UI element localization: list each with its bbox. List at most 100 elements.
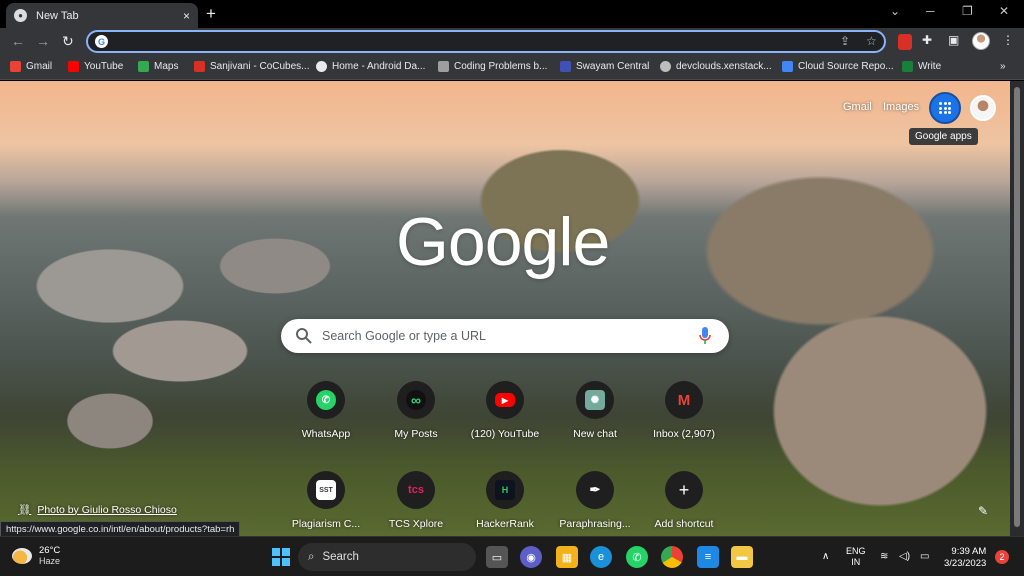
bookmark-coding-problems[interactable]: Coding Problems b... [438, 61, 547, 72]
weather-haze-icon [12, 547, 32, 564]
edge-icon[interactable]: e [590, 546, 612, 568]
bookmarks-overflow-icon[interactable]: » [1000, 61, 1006, 72]
shortcut-plagiarism[interactable]: SST Plagiarism C... [286, 471, 366, 536]
scrollbar-thumb[interactable] [1014, 87, 1020, 527]
maps-icon [138, 61, 149, 72]
shortcut-paraphrasing[interactable]: ✒ Paraphrasing... [555, 471, 635, 536]
cloud-icon [782, 61, 793, 72]
taskbar: 26°C Haze ⌕ Search ▭ ◉ ▦ e ✆ ≡ ▬ ∧ ENG I… [0, 536, 1024, 576]
google-apps-tooltip: Google apps [909, 128, 978, 145]
tcs-icon: tcs [408, 484, 424, 496]
volume-icon[interactable]: ◁) [899, 551, 910, 562]
tab-search-icon[interactable]: ⌄ [890, 4, 900, 18]
bookmark-swayam[interactable]: Swayam Central [560, 61, 649, 72]
shortcut-tcs-xplore[interactable]: tcs TCS Xplore [376, 471, 456, 536]
gmail-icon: M [677, 391, 691, 409]
bookmark-star-icon[interactable]: ☆ [866, 34, 877, 48]
bookmark-cloud-source[interactable]: Cloud Source Repo... [782, 61, 894, 72]
weather-condition: Haze [39, 556, 61, 566]
chrome-favicon-icon: ● [14, 9, 27, 22]
bookmark-devclouds[interactable]: devclouds.xenstack... [660, 61, 772, 72]
whatsapp-icon: ✆ [316, 390, 336, 410]
extension-red-icon[interactable] [898, 34, 912, 50]
maximize-button[interactable]: ❐ [962, 4, 973, 18]
bookmark-android[interactable]: Home - Android Da... [316, 61, 425, 72]
menu-kebab-icon[interactable]: ⋮ [1002, 33, 1014, 47]
minimize-button[interactable]: ─ [926, 4, 935, 18]
extensions-puzzle-icon[interactable]: ✚ [922, 33, 932, 47]
sanjivani-icon [194, 61, 205, 72]
notification-badge[interactable]: 2 [995, 550, 1009, 564]
plagiarism-icon: SST [316, 480, 336, 500]
customize-pencil-icon[interactable]: ✎ [978, 504, 988, 518]
screen: ● New Tab × + ⌄ ─ ❐ ✕ ← → ↻ G ⇪ ☆ ✚ ▣ ⋮ … [0, 0, 1024, 576]
quill-icon: ✒ [589, 482, 601, 497]
wifi-icon[interactable]: ≋ [880, 551, 888, 562]
search-placeholder: Search Google or type a URL [322, 329, 486, 343]
battery-icon[interactable]: ▭ [920, 551, 929, 562]
shortcut-hackerrank[interactable]: H HackerRank [465, 471, 545, 536]
forward-icon[interactable]: → [36, 33, 50, 49]
bookmark-gmail[interactable]: Gmail [10, 61, 52, 72]
side-panel-icon[interactable]: ▣ [948, 33, 959, 47]
my-posts-icon: ∞ [406, 390, 426, 410]
gmail-link[interactable]: Gmail [843, 101, 872, 113]
teams-chat-icon[interactable]: ◉ [520, 546, 542, 568]
microsoft-store-icon[interactable]: ▦ [556, 546, 578, 568]
tab-new-tab[interactable]: ● New Tab × [6, 3, 198, 28]
shortcut-add[interactable]: + Add shortcut [644, 471, 724, 536]
task-view-icon[interactable]: ▭ [486, 546, 508, 568]
tab-close-icon[interactable]: × [183, 9, 190, 23]
shortcut-new-chat[interactable]: ✺ New chat [555, 381, 635, 451]
swayam-icon [560, 61, 571, 72]
address-bar[interactable]: G ⇪ ☆ [86, 30, 886, 53]
link-icon: ⛓ [18, 504, 32, 516]
youtube-icon: ▶ [495, 393, 515, 407]
tab-title: New Tab [36, 9, 79, 22]
google-apps-button[interactable] [929, 92, 961, 124]
bookmark-maps[interactable]: Maps [138, 61, 178, 72]
tray-chevron-icon[interactable]: ∧ [822, 551, 829, 562]
weather-widget[interactable]: 26°C Haze [12, 545, 60, 566]
google-g-icon: G [95, 35, 108, 48]
google-icon [316, 61, 327, 72]
hackerrank-icon: H [495, 480, 515, 500]
bookmark-youtube[interactable]: YouTube [68, 61, 123, 72]
microphone-icon[interactable] [699, 327, 711, 345]
search-box[interactable]: Search Google or type a URL [281, 319, 729, 353]
bookmark-write[interactable]: Write [902, 61, 941, 72]
chrome-taskbar-icon[interactable] [661, 546, 683, 568]
globe-icon [660, 61, 671, 72]
close-window-button[interactable]: ✕ [999, 4, 1009, 18]
profile-avatar-small[interactable] [972, 32, 990, 50]
taskbar-search[interactable]: ⌕ Search [298, 543, 476, 571]
reload-icon[interactable]: ↻ [62, 33, 74, 50]
profile-avatar[interactable] [970, 95, 996, 121]
search-icon [296, 328, 312, 344]
toolbar: ← → ↻ G ⇪ ☆ ✚ ▣ ⋮ [0, 28, 1024, 56]
clock[interactable]: 9:39 AM 3/23/2023 [944, 546, 986, 570]
notepad-icon[interactable]: ≡ [697, 546, 719, 568]
shortcut-whatsapp[interactable]: ✆ WhatsApp [286, 381, 366, 451]
apps-grid-icon [939, 102, 951, 114]
photo-credit-link[interactable]: ⛓ Photo by Giulio Rosso Chioso [18, 503, 177, 517]
windows-start-icon[interactable] [270, 546, 292, 568]
share-icon[interactable]: ⇪ [840, 34, 850, 48]
shortcut-youtube[interactable]: ▶ (120) YouTube [465, 381, 545, 451]
status-bar-url: https://www.google.co.in/intl/en/about/p… [0, 521, 241, 536]
page-scrollbar[interactable] [1010, 81, 1024, 536]
bookmark-sanjivani[interactable]: Sanjivani - CoCubes... [194, 61, 310, 72]
file-explorer-icon[interactable]: ▬ [731, 546, 753, 568]
search-icon: ⌕ [308, 550, 315, 563]
whatsapp-taskbar-icon[interactable]: ✆ [626, 546, 648, 568]
back-icon[interactable]: ← [11, 33, 25, 49]
language-indicator[interactable]: ENG IN [846, 546, 866, 568]
bookmarks-bar: Gmail YouTube Maps Sanjivani - CoCubes..… [0, 56, 1024, 80]
shortcut-my-posts[interactable]: ∞ My Posts [376, 381, 456, 451]
tab-strip: ● New Tab × + ⌄ ─ ❐ ✕ [0, 0, 1024, 28]
new-tab-button[interactable]: + [206, 4, 216, 24]
plus-icon: + [678, 479, 690, 500]
images-link[interactable]: Images [883, 101, 919, 113]
write-icon [902, 61, 913, 72]
shortcut-inbox[interactable]: M Inbox (2,907) [644, 381, 724, 451]
